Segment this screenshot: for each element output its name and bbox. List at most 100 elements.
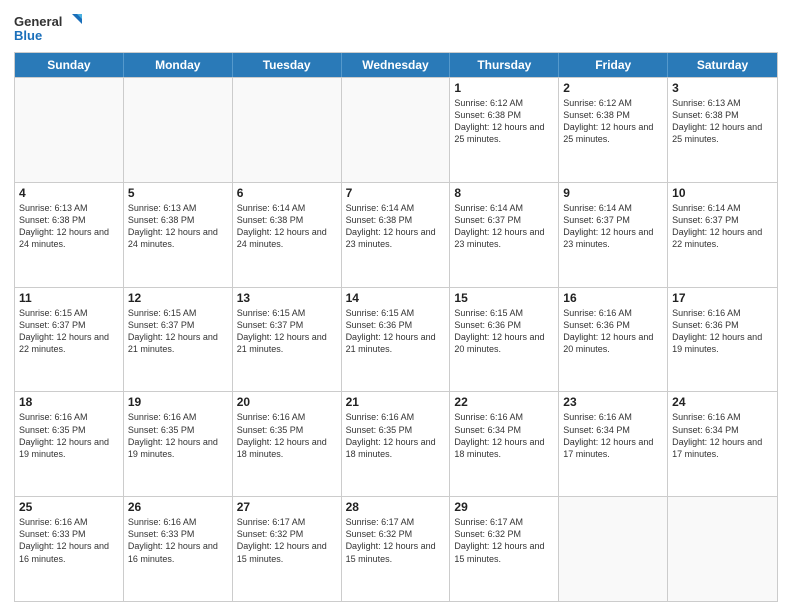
calendar-header: SundayMondayTuesdayWednesdayThursdayFrid… (15, 53, 777, 77)
day-info: Sunrise: 6:14 AMSunset: 6:37 PMDaylight:… (672, 202, 773, 251)
day-info: Sunrise: 6:13 AMSunset: 6:38 PMDaylight:… (128, 202, 228, 251)
day-info: Sunrise: 6:16 AMSunset: 6:33 PMDaylight:… (19, 516, 119, 565)
day-cell-22: 22 Sunrise: 6:16 AMSunset: 6:34 PMDayligh… (450, 392, 559, 496)
week-row-5: 25 Sunrise: 6:16 AMSunset: 6:33 PMDayligh… (15, 496, 777, 601)
day-number: 3 (672, 81, 773, 95)
day-number: 16 (563, 291, 663, 305)
day-info: Sunrise: 6:12 AMSunset: 6:38 PMDaylight:… (563, 97, 663, 146)
day-cell-21: 21 Sunrise: 6:16 AMSunset: 6:35 PMDayligh… (342, 392, 451, 496)
day-cell-27: 27 Sunrise: 6:17 AMSunset: 6:32 PMDayligh… (233, 497, 342, 601)
day-number: 24 (672, 395, 773, 409)
week-row-3: 11 Sunrise: 6:15 AMSunset: 6:37 PMDayligh… (15, 287, 777, 392)
day-info: Sunrise: 6:12 AMSunset: 6:38 PMDaylight:… (454, 97, 554, 146)
day-info: Sunrise: 6:15 AMSunset: 6:36 PMDaylight:… (454, 307, 554, 356)
day-cell-26: 26Sunrise: 6:16 AMSunset: 6:33 PMDayligh… (124, 497, 233, 601)
day-cell-6: 6 Sunrise: 6:14 AMSunset: 6:38 PMDaylight… (233, 183, 342, 287)
day-cell-3: 3 Sunrise: 6:13 AMSunset: 6:38 PMDaylight… (668, 78, 777, 182)
day-cell-23: 23 Sunrise: 6:16 AMSunset: 6:34 PMDayligh… (559, 392, 668, 496)
day-cell-15: 15 Sunrise: 6:15 AMSunset: 6:36 PMDayligh… (450, 288, 559, 392)
day-number: 10 (672, 186, 773, 200)
day-cell-10: 10 Sunrise: 6:14 AMSunset: 6:37 PMDayligh… (668, 183, 777, 287)
day-number: 9 (563, 186, 663, 200)
day-info: Sunrise: 6:14 AMSunset: 6:37 PMDaylight:… (563, 202, 663, 251)
day-info: Sunrise: 6:15 AMSunset: 6:37 PMDaylight:… (237, 307, 337, 356)
day-number: 2 (563, 81, 663, 95)
day-info: Sunrise: 6:17 AMSunset: 6:32 PMDaylight:… (237, 516, 337, 565)
day-info: Sunrise: 6:17 AMSunset: 6:32 PMDaylight:… (346, 516, 446, 565)
day-cell-13: 13 Sunrise: 6:15 AMSunset: 6:37 PMDayligh… (233, 288, 342, 392)
day-number: 12 (128, 291, 228, 305)
day-cell-5: 5 Sunrise: 6:13 AMSunset: 6:38 PMDaylight… (124, 183, 233, 287)
day-number: 21 (346, 395, 446, 409)
day-cell-14: 14 Sunrise: 6:15 AMSunset: 6:36 PMDayligh… (342, 288, 451, 392)
day-cell-29: 29 Sunrise: 6:17 AMSunset: 6:32 PMDayligh… (450, 497, 559, 601)
day-number: 8 (454, 186, 554, 200)
logo: General Blue (14, 10, 84, 46)
calendar-body: 1 Sunrise: 6:12 AMSunset: 6:38 PMDaylight… (15, 77, 777, 601)
day-number: 1 (454, 81, 554, 95)
day-cell-7: 7 Sunrise: 6:14 AMSunset: 6:38 PMDaylight… (342, 183, 451, 287)
empty-cell-w0c1 (124, 78, 233, 182)
day-number: 26 (128, 500, 228, 514)
svg-text:General: General (14, 14, 62, 29)
day-info: Sunrise: 6:15 AMSunset: 6:36 PMDaylight:… (346, 307, 446, 356)
day-info: Sunrise: 6:16 AMSunset: 6:35 PMDaylight:… (19, 411, 119, 460)
day-number: 23 (563, 395, 663, 409)
day-number: 17 (672, 291, 773, 305)
day-number: 20 (237, 395, 337, 409)
page-header: General Blue (14, 10, 778, 46)
empty-cell-w4c6 (668, 497, 777, 601)
calendar: SundayMondayTuesdayWednesdayThursdayFrid… (14, 52, 778, 602)
day-number: 5 (128, 186, 228, 200)
day-number: 27 (237, 500, 337, 514)
day-info: Sunrise: 6:17 AMSunset: 6:32 PMDaylight:… (454, 516, 554, 565)
day-info: Sunrise: 6:14 AMSunset: 6:38 PMDaylight:… (237, 202, 337, 251)
day-cell-4: 4 Sunrise: 6:13 AMSunset: 6:38 PMDaylight… (15, 183, 124, 287)
day-number: 29 (454, 500, 554, 514)
day-header-saturday: Saturday (668, 53, 777, 77)
day-number: 11 (19, 291, 119, 305)
day-header-sunday: Sunday (15, 53, 124, 77)
day-number: 22 (454, 395, 554, 409)
day-info: Sunrise: 6:16 AMSunset: 6:34 PMDaylight:… (672, 411, 773, 460)
day-number: 14 (346, 291, 446, 305)
day-cell-11: 11Sunrise: 6:15 AMSunset: 6:37 PMDayligh… (15, 288, 124, 392)
day-cell-25: 25 Sunrise: 6:16 AMSunset: 6:33 PMDayligh… (15, 497, 124, 601)
day-number: 13 (237, 291, 337, 305)
day-cell-2: 2 Sunrise: 6:12 AMSunset: 6:38 PMDaylight… (559, 78, 668, 182)
day-info: Sunrise: 6:14 AMSunset: 6:37 PMDaylight:… (454, 202, 554, 251)
empty-cell-w4c5 (559, 497, 668, 601)
day-number: 19 (128, 395, 228, 409)
empty-cell-w0c3 (342, 78, 451, 182)
day-number: 18 (19, 395, 119, 409)
day-info: Sunrise: 6:16 AMSunset: 6:35 PMDaylight:… (346, 411, 446, 460)
day-cell-17: 17Sunrise: 6:16 AMSunset: 6:36 PMDayligh… (668, 288, 777, 392)
day-info: Sunrise: 6:14 AMSunset: 6:38 PMDaylight:… (346, 202, 446, 251)
day-number: 15 (454, 291, 554, 305)
day-number: 4 (19, 186, 119, 200)
day-cell-9: 9 Sunrise: 6:14 AMSunset: 6:37 PMDaylight… (559, 183, 668, 287)
day-cell-8: 8 Sunrise: 6:14 AMSunset: 6:37 PMDaylight… (450, 183, 559, 287)
week-row-2: 4 Sunrise: 6:13 AMSunset: 6:38 PMDaylight… (15, 182, 777, 287)
day-info: Sunrise: 6:16 AMSunset: 6:34 PMDaylight:… (563, 411, 663, 460)
day-info: Sunrise: 6:16 AMSunset: 6:34 PMDaylight:… (454, 411, 554, 460)
day-cell-16: 16Sunrise: 6:16 AMSunset: 6:36 PMDayligh… (559, 288, 668, 392)
day-info: Sunrise: 6:16 AMSunset: 6:35 PMDaylight:… (237, 411, 337, 460)
day-cell-28: 28 Sunrise: 6:17 AMSunset: 6:32 PMDayligh… (342, 497, 451, 601)
day-number: 28 (346, 500, 446, 514)
day-number: 6 (237, 186, 337, 200)
day-header-monday: Monday (124, 53, 233, 77)
week-row-4: 18 Sunrise: 6:16 AMSunset: 6:35 PMDayligh… (15, 391, 777, 496)
day-info: Sunrise: 6:16 AMSunset: 6:35 PMDaylight:… (128, 411, 228, 460)
svg-text:Blue: Blue (14, 28, 42, 43)
day-cell-19: 19 Sunrise: 6:16 AMSunset: 6:35 PMDayligh… (124, 392, 233, 496)
day-header-friday: Friday (559, 53, 668, 77)
empty-cell-w0c0 (15, 78, 124, 182)
day-number: 25 (19, 500, 119, 514)
day-header-thursday: Thursday (450, 53, 559, 77)
week-row-1: 1 Sunrise: 6:12 AMSunset: 6:38 PMDaylight… (15, 77, 777, 182)
day-number: 7 (346, 186, 446, 200)
day-header-tuesday: Tuesday (233, 53, 342, 77)
day-info: Sunrise: 6:13 AMSunset: 6:38 PMDaylight:… (672, 97, 773, 146)
day-info: Sunrise: 6:13 AMSunset: 6:38 PMDaylight:… (19, 202, 119, 251)
